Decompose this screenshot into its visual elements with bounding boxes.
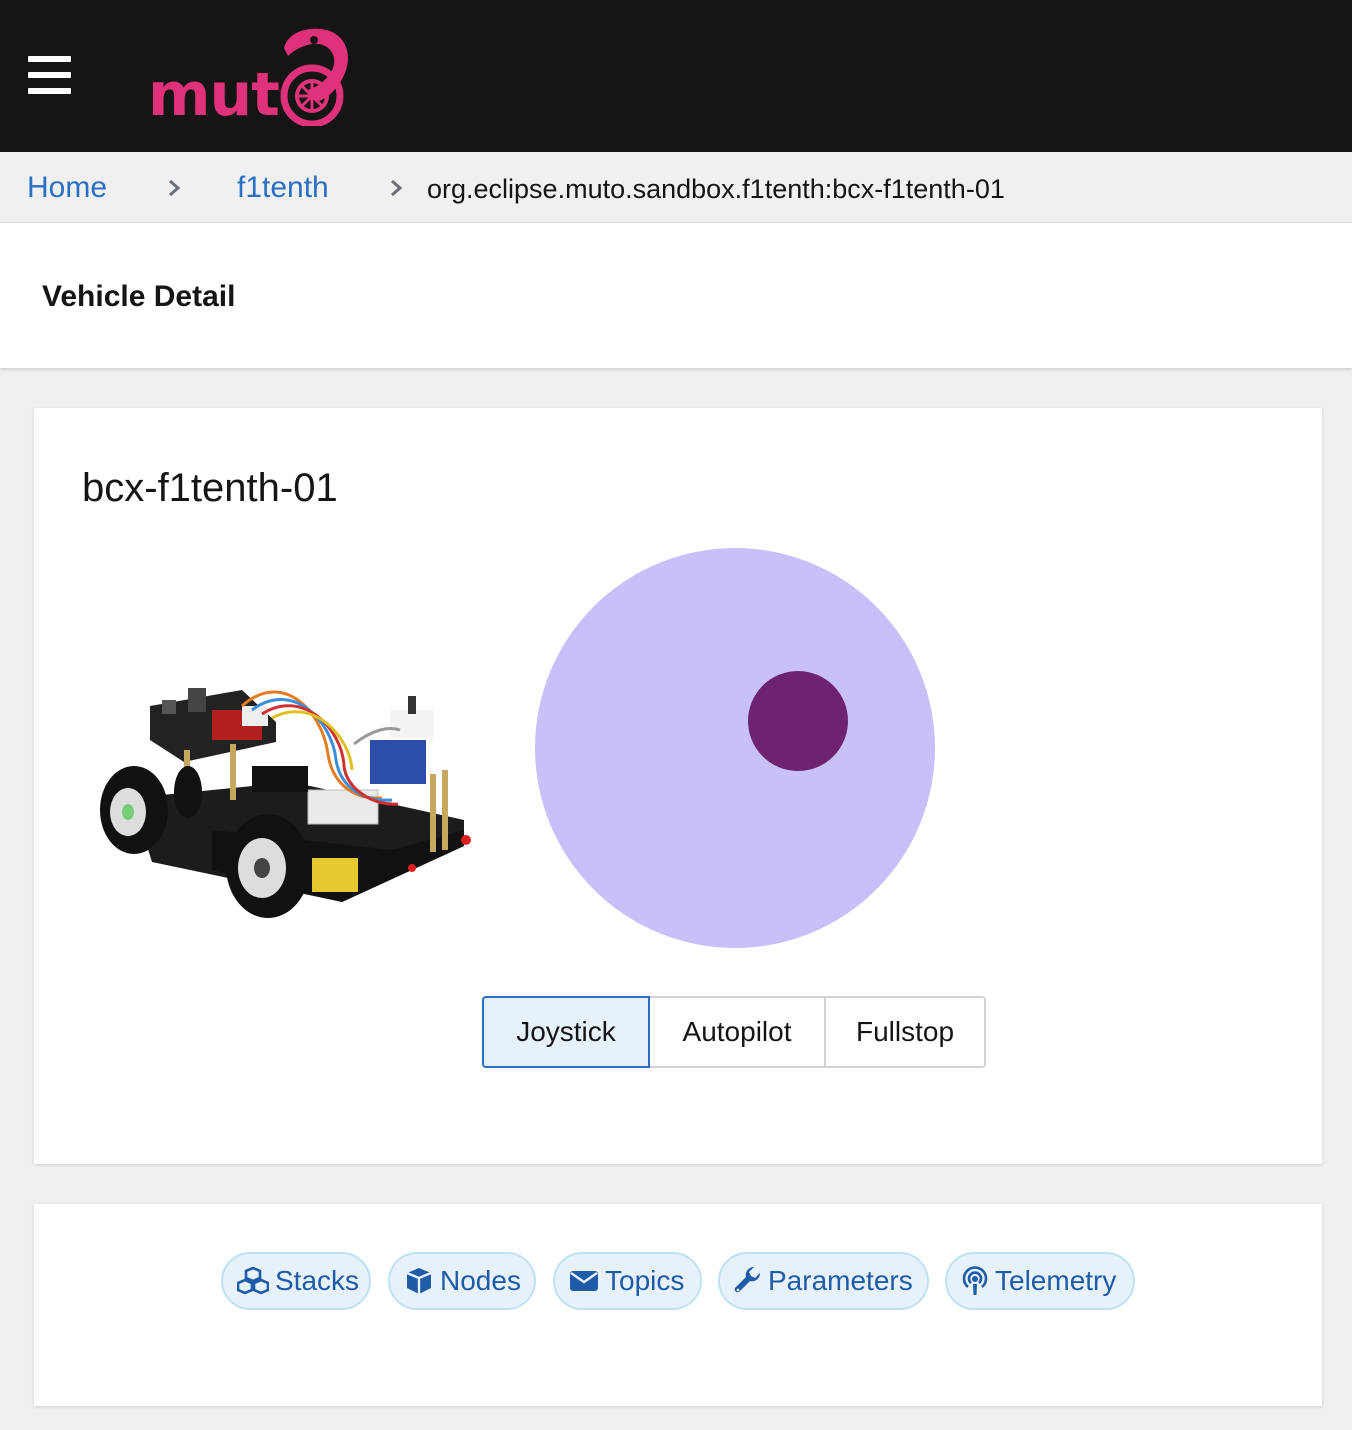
podcast-icon [962, 1266, 988, 1295]
parameters-tab-label: Parameters [768, 1265, 913, 1296]
stacks-tab[interactable]: Stacks [221, 1252, 371, 1310]
breadcrumb-home-link[interactable]: Home [27, 168, 107, 208]
telemetry-tab-label: Telemetry [995, 1265, 1117, 1296]
breadcrumb-current: org.eclipse.muto.sandbox.f1tenth:bcx-f1t… [427, 174, 1005, 204]
muto-logo[interactable]: muto mut [148, 26, 354, 126]
robot-car-image [100, 688, 471, 918]
brand-logo-icon: mut [148, 28, 348, 126]
vehicle-name: bcx-f1tenth-01 [82, 466, 338, 510]
drive-mode-toggle-group: Joystick Autopilot Fullstop [482, 996, 986, 1068]
wrench-icon [734, 1267, 761, 1293]
breadcrumb-f1tenth-link[interactable]: f1tenth [237, 168, 329, 208]
autopilot-mode-button[interactable]: Autopilot [648, 996, 826, 1068]
telemetry-tab[interactable]: Telemetry [945, 1252, 1135, 1310]
joystick-knob[interactable] [748, 671, 848, 771]
masthead: muto mut [0, 0, 1352, 152]
joystick-mode-button[interactable]: Joystick [482, 996, 650, 1068]
vehicle-card: bcx-f1tenth-01 Joystick Autopilot Fullst… [34, 408, 1322, 1164]
svg-text:mut: mut [148, 60, 279, 126]
cubes-icon [237, 1267, 269, 1295]
page-header: Vehicle Detail [0, 223, 1352, 368]
hamburger-menu-icon[interactable] [28, 56, 72, 96]
page-title: Vehicle Detail [42, 280, 236, 313]
resources-card: Stacks Nodes Topics Parameters Telemetry [34, 1204, 1322, 1406]
parameters-tab[interactable]: Parameters [718, 1252, 929, 1310]
stacks-tab-label: Stacks [275, 1265, 360, 1296]
breadcrumb: Home f1tenth org.eclipse.muto.sandbox.f1… [0, 152, 1352, 223]
chevron-right-icon [391, 179, 403, 197]
chevron-right-icon [169, 179, 181, 197]
topics-tab[interactable]: Topics [553, 1252, 702, 1310]
cube-icon [406, 1268, 432, 1294]
nodes-tab[interactable]: Nodes [388, 1252, 536, 1310]
nodes-tab-label: Nodes [440, 1265, 521, 1296]
topics-tab-label: Topics [605, 1265, 685, 1296]
joystick-pad[interactable] [535, 548, 935, 948]
fullstop-mode-button[interactable]: Fullstop [824, 996, 986, 1068]
envelope-icon [570, 1271, 598, 1291]
